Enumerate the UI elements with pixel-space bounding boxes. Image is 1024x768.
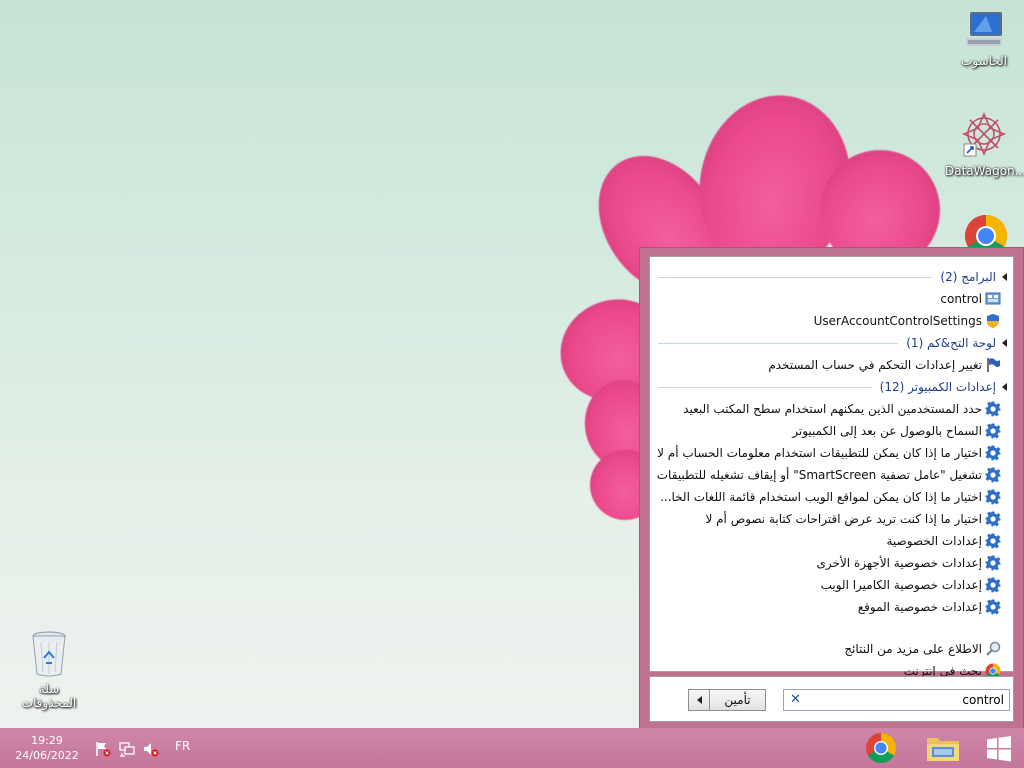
gear-icon <box>985 467 1001 483</box>
desktop-icon-label: سلة المحذوفات <box>21 682 77 710</box>
see-more-results-link[interactable]: الاطلاع على مزيد من النتائج <box>844 639 1001 659</box>
computer-icon <box>966 12 1002 46</box>
group-header-pc-settings[interactable]: إعدادات الكمبيوتر (12) <box>658 378 1007 396</box>
gear-icon <box>985 445 1001 461</box>
result-label: control <box>940 292 982 306</box>
taskbar: 19:29 24/06/2022 FR <box>0 728 1024 768</box>
control-panel-icon <box>985 292 1001 305</box>
collapse-triangle-icon <box>1002 339 1007 347</box>
action-flag-icon <box>987 358 1000 372</box>
result-label: الاطلاع على مزيد من النتائج <box>844 642 982 656</box>
chrome-icon[interactable] <box>865 732 897 764</box>
group-divider <box>658 276 933 278</box>
result-item-uac-settings[interactable]: UserAccountControlSettings <box>814 311 1001 331</box>
gear-icon <box>985 511 1001 527</box>
search-bottom-bar: تأمين ✕ <box>649 676 1014 722</box>
result-label: السماح بالوصول عن بعد إلى الكمبيوتر <box>792 424 982 438</box>
result-label: تغيير إعدادات التحكم في حساب المستخدم <box>768 358 982 372</box>
result-label: إعدادات خصوصية الموقع <box>857 600 982 614</box>
desktop-icon-computer[interactable]: الحاسوب <box>949 10 1019 68</box>
group-title: إعدادات الكمبيوتر (12) <box>879 380 996 394</box>
result-item-setting[interactable]: السماح بالوصول عن بعد إلى الكمبيوتر <box>792 421 1001 441</box>
windows-start-icon[interactable] <box>986 736 1012 762</box>
result-item-setting[interactable]: إعدادات خصوصية الأجهزة الأخرى <box>817 553 1001 573</box>
result-label: إعدادات الخصوصية <box>886 534 982 548</box>
group-header-programs[interactable]: البرامج (2) <box>658 268 1007 286</box>
power-options-arrow-button[interactable] <box>689 690 710 710</box>
result-item-setting[interactable]: إعدادات خصوصية الموقع <box>858 597 1001 617</box>
result-item-setting[interactable]: إعدادات خصوصية الكاميرا الويب <box>821 575 1001 595</box>
volume-muted-icon[interactable] <box>143 741 159 757</box>
result-item-setting[interactable]: اختيار ما إذا كنت تريد عرض اقتراحات كتاب… <box>705 509 1001 529</box>
group-divider <box>658 386 872 388</box>
desktop-icon-label: الحاسوب <box>961 54 1007 68</box>
search-results-list: البرامج (2) control UserAccountControlSe… <box>649 256 1014 679</box>
group-title: لوحة التح&كم (1) <box>906 336 996 350</box>
result-item-setting[interactable]: تشغيل "عامل تصفية SmartScreen" أو إيقاف … <box>657 465 1001 485</box>
arrow-left-icon <box>696 696 702 704</box>
result-label: اختيار ما إذا كان يمكن لمواقع الويب استخ… <box>660 490 982 504</box>
clear-search-icon[interactable]: ✕ <box>790 692 801 708</box>
result-label: إعدادات خصوصية الأجهزة الأخرى <box>816 556 982 570</box>
gear-icon <box>985 401 1001 417</box>
input-language-indicator[interactable]: FR <box>175 739 190 753</box>
result-label: إعدادات خصوصية الكاميرا الويب <box>820 578 982 592</box>
recycle-bin-icon <box>32 631 66 677</box>
lock-button[interactable]: تأمين <box>710 690 765 710</box>
search-input[interactable] <box>806 691 1004 709</box>
result-label: حدد المستخدمين الذين يمكنهم استخدام سطح … <box>683 402 982 416</box>
gear-icon <box>985 423 1001 439</box>
collapse-triangle-icon <box>1002 273 1007 281</box>
collapse-triangle-icon <box>1002 383 1007 391</box>
result-label: تشغيل "عامل تصفية SmartScreen" أو إيقاف … <box>656 468 982 482</box>
result-item-uac-change[interactable]: تغيير إعدادات التحكم في حساب المستخدم <box>768 355 1001 375</box>
result-item-setting[interactable]: حدد المستخدمين الذين يمكنهم استخدام سطح … <box>683 399 1001 419</box>
result-label: اختيار ما إذا كان يمكن للتطبيقات استخدام… <box>657 446 982 460</box>
datawagon-shortcut-icon <box>962 112 1006 157</box>
magnifier-icon <box>986 641 1001 656</box>
uac-shield-icon <box>987 314 999 328</box>
result-item-setting[interactable]: إعدادات الخصوصية <box>886 531 1001 551</box>
gear-icon <box>985 533 1001 549</box>
clock-date: 24/06/2022 <box>15 749 79 762</box>
desktop-icon-datawagon[interactable]: DataWagon... <box>945 112 1024 178</box>
gear-icon <box>985 555 1001 571</box>
group-header-control-panel[interactable]: لوحة التح&كم (1) <box>658 334 1007 352</box>
search-box: ✕ <box>783 689 1010 711</box>
group-title: البرامج (2) <box>940 270 996 284</box>
start-search-panel: البرامج (2) control UserAccountControlSe… <box>639 247 1024 730</box>
result-label: UserAccountControlSettings <box>813 314 982 328</box>
group-divider <box>658 342 899 344</box>
system-clock[interactable]: 19:29 24/06/2022 <box>12 733 82 763</box>
result-label: اختيار ما إذا كنت تريد عرض اقتراحات كتاب… <box>705 512 982 526</box>
result-item-control[interactable]: control <box>940 289 1001 309</box>
desktop-icon-recycle-bin[interactable]: سلة المحذوفات <box>14 630 84 710</box>
result-item-setting[interactable]: اختيار ما إذا كان يمكن للتطبيقات استخدام… <box>657 443 1001 463</box>
clock-time: 19:29 <box>31 734 63 747</box>
network-icon[interactable] <box>119 741 135 757</box>
file-explorer-icon[interactable] <box>926 734 960 762</box>
shutdown-button-group: تأمين <box>688 689 766 711</box>
gear-icon <box>985 577 1001 593</box>
result-item-setting[interactable]: اختيار ما إذا كان يمكن لمواقع الويب استخ… <box>660 487 1001 507</box>
gear-icon <box>985 599 1001 615</box>
desktop-icon-label: DataWagon... <box>945 164 1024 178</box>
gear-icon <box>985 489 1001 505</box>
action-center-flag-icon[interactable] <box>95 741 111 757</box>
